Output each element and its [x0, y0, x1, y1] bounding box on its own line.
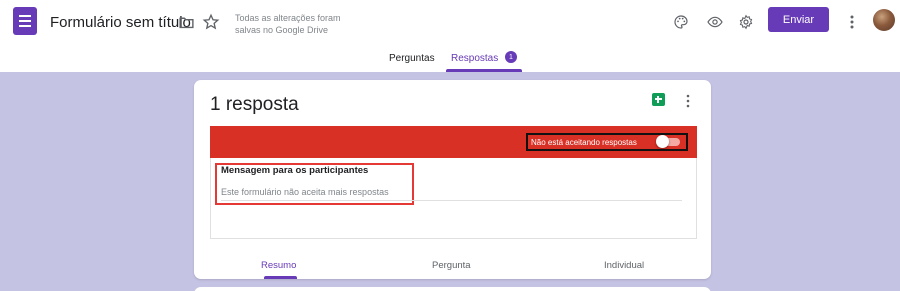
send-button[interactable]: Enviar — [768, 7, 829, 32]
closed-banner: Não está aceitando respostas — [210, 126, 697, 158]
more-vert-icon[interactable] — [845, 12, 859, 32]
tab-responses[interactable]: Respostas — [451, 53, 498, 64]
save-status: Todas as alterações foram salvas no Goog… — [235, 13, 341, 35]
palette-icon[interactable] — [671, 12, 691, 32]
accepting-responses-toggle[interactable] — [656, 135, 680, 148]
accepting-responses-control: Não está aceitando respostas — [526, 133, 688, 151]
accepting-responses-label: Não está aceitando respostas — [531, 137, 637, 147]
responses-canvas: 1 resposta Não está aceitando respostas … — [0, 72, 900, 291]
folder-icon[interactable] — [178, 14, 195, 31]
tab-summary[interactable]: Resumo — [261, 260, 296, 271]
next-card — [194, 287, 711, 291]
toggle-knob — [656, 135, 669, 148]
responses-count-badge: 1 — [505, 51, 517, 63]
top-bar: Formulário sem título Todas as alteraçõe… — [0, 0, 900, 72]
summary-card: 1 resposta Não está aceitando respostas … — [194, 80, 711, 279]
form-tabs: Perguntas Respostas 1 — [0, 44, 900, 72]
form-title[interactable]: Formulário sem título — [50, 14, 191, 31]
message-underline — [221, 200, 682, 201]
tab-questions[interactable]: Perguntas — [389, 53, 435, 64]
tab-question[interactable]: Pergunta — [432, 260, 471, 271]
avatar[interactable] — [873, 9, 895, 31]
response-count: 1 resposta — [210, 94, 299, 115]
sheets-icon[interactable] — [652, 93, 665, 106]
forms-app-icon[interactable] — [13, 7, 37, 35]
eye-icon[interactable] — [705, 12, 725, 32]
star-icon[interactable] — [202, 13, 220, 31]
message-section: Mensagem para os participantes Este form… — [210, 158, 697, 239]
gear-icon[interactable] — [736, 12, 756, 32]
message-title: Mensagem para os participantes — [221, 165, 369, 176]
card-more-icon[interactable] — [683, 93, 693, 109]
message-input[interactable]: Este formulário não aceita mais resposta… — [221, 187, 389, 197]
tab-individual[interactable]: Individual — [604, 260, 644, 271]
active-subtab-indicator — [264, 276, 297, 279]
